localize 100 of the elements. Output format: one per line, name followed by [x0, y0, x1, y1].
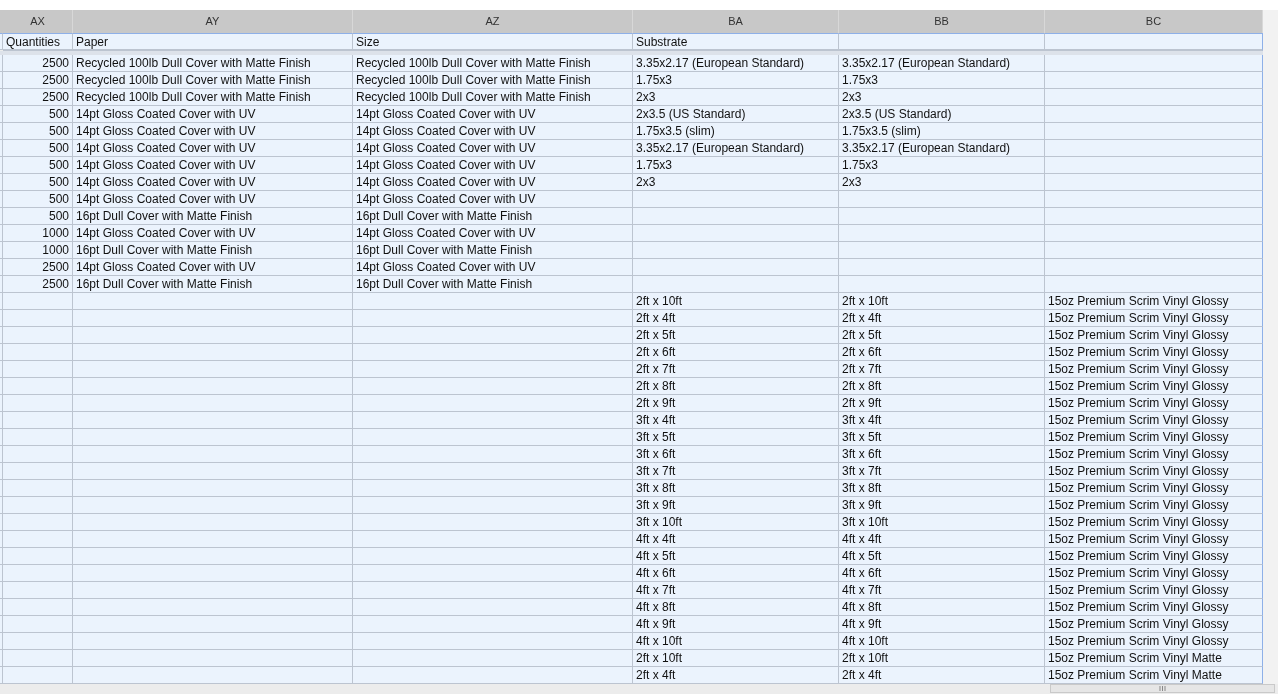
table-cell: 3ft x 9ft	[633, 497, 839, 514]
table-cell: 4ft x 7ft	[839, 582, 1045, 599]
table-cell: 15oz Premium Scrim Vinyl Glossy	[1045, 327, 1263, 344]
table-cell: 4ft x 9ft	[839, 616, 1045, 633]
table-cell: 15oz Premium Scrim Vinyl Glossy	[1045, 531, 1263, 548]
table-cell: 15oz Premium Scrim Vinyl Glossy	[1045, 344, 1263, 361]
table-cell: 15oz Premium Scrim Vinyl Glossy	[1045, 616, 1263, 633]
table-cell: 3ft x 6ft	[633, 446, 839, 463]
table-cell: 3ft x 5ft	[633, 429, 839, 446]
table-cell: 15oz Premium Scrim Vinyl Glossy	[1045, 514, 1263, 531]
table-cell: 3ft x 8ft	[633, 480, 839, 497]
table-cell: 2x3	[839, 174, 1045, 191]
table-cell: 16pt Dull Cover with Matte Finish	[73, 208, 353, 225]
table-cell: 14pt Gloss Coated Cover with UV	[73, 123, 353, 140]
table-cell: 1.75x3	[839, 72, 1045, 89]
table-cell: 1.75x3.5 (slim)	[633, 123, 839, 140]
table-cell: 15oz Premium Scrim Vinyl Glossy	[1045, 395, 1263, 412]
column-header: AZ	[353, 10, 633, 33]
table-cell: 3ft x 4ft	[633, 412, 839, 429]
column-header: BA	[633, 10, 839, 33]
table-cell: 2ft x 4ft	[633, 667, 839, 684]
table-cell: 1000	[3, 225, 73, 242]
table-cell: 1.75x3	[839, 157, 1045, 174]
column-header: AY	[73, 10, 353, 33]
table-cell: 2ft x 6ft	[839, 344, 1045, 361]
table-cell: 2x3.5 (US Standard)	[633, 106, 839, 123]
table-cell: 15oz Premium Scrim Vinyl Glossy	[1045, 497, 1263, 514]
table-cell: 14pt Gloss Coated Cover with UV	[353, 157, 633, 174]
table-cell: 3ft x 7ft	[633, 463, 839, 480]
column-header: BB	[839, 10, 1045, 33]
table-cell: Recycled 100lb Dull Cover with Matte Finish	[353, 55, 633, 72]
table-cell: 2ft x 4ft	[839, 310, 1045, 327]
table-cell: 3ft x 6ft	[839, 446, 1045, 463]
table-cell: 15oz Premium Scrim Vinyl Glossy	[1045, 463, 1263, 480]
table-cell: 15oz Premium Scrim Vinyl Glossy	[1045, 480, 1263, 497]
table-cell: 3ft x 4ft	[839, 412, 1045, 429]
table-cell: 4ft x 4ft	[839, 531, 1045, 548]
table-cell: 3.35x2.17 (European Standard)	[633, 140, 839, 157]
table-cell: 15oz Premium Scrim Vinyl Glossy	[1045, 548, 1263, 565]
table-cell: 3ft x 8ft	[839, 480, 1045, 497]
table-cell: 2ft x 6ft	[633, 344, 839, 361]
table-cell: 2x3.5 (US Standard)	[839, 106, 1045, 123]
table-cell: 2ft x 4ft	[633, 310, 839, 327]
table-cell: 14pt Gloss Coated Cover with UV	[73, 157, 353, 174]
table-cell: 14pt Gloss Coated Cover with UV	[353, 191, 633, 208]
table-cell: 3ft x 5ft	[839, 429, 1045, 446]
table-cell: 2ft x 10ft	[633, 650, 839, 667]
table-cell: 4ft x 6ft	[839, 565, 1045, 582]
table-cell: 1.75x3	[633, 157, 839, 174]
table-cell: 3ft x 7ft	[839, 463, 1045, 480]
table-cell: 500	[3, 106, 73, 123]
table-cell: 15oz Premium Scrim Vinyl Glossy	[1045, 633, 1263, 650]
table-cell: 2ft x 4ft	[839, 667, 1045, 684]
table-cell: 16pt Dull Cover with Matte Finish	[73, 276, 353, 293]
table-cell: 3.35x2.17 (European Standard)	[839, 140, 1045, 157]
table-cell: 4ft x 9ft	[633, 616, 839, 633]
table-cell: 14pt Gloss Coated Cover with UV	[353, 140, 633, 157]
table-cell: 500	[3, 123, 73, 140]
horizontal-scrollbar[interactable]	[1050, 684, 1275, 693]
header-cell: Size	[353, 33, 633, 51]
table-cell: 4ft x 7ft	[633, 582, 839, 599]
table-cell: 2500	[3, 55, 73, 72]
table-cell: 1000	[3, 242, 73, 259]
table-cell: 4ft x 5ft	[633, 548, 839, 565]
table-cell: 4ft x 10ft	[633, 633, 839, 650]
table-cell: 15oz Premium Scrim Vinyl Glossy	[1045, 565, 1263, 582]
table-cell: 2ft x 10ft	[839, 293, 1045, 310]
table-cell: 16pt Dull Cover with Matte Finish	[353, 242, 633, 259]
table-cell: Recycled 100lb Dull Cover with Matte Finish	[353, 89, 633, 106]
table-cell: 2ft x 10ft	[633, 293, 839, 310]
table-cell: 2500	[3, 259, 73, 276]
table-cell: 3ft x 10ft	[839, 514, 1045, 531]
table-cell: 4ft x 5ft	[839, 548, 1045, 565]
header-cell: Quantities	[3, 33, 73, 51]
table-cell: 14pt Gloss Coated Cover with UV	[353, 259, 633, 276]
table-cell: 14pt Gloss Coated Cover with UV	[73, 191, 353, 208]
table-cell: 4ft x 4ft	[633, 531, 839, 548]
table-cell: 2ft x 7ft	[633, 361, 839, 378]
table-cell: 15oz Premium Scrim Vinyl Matte	[1045, 650, 1263, 667]
table-cell: 2ft x 9ft	[633, 395, 839, 412]
table-cell: 14pt Gloss Coated Cover with UV	[353, 174, 633, 191]
table-cell: 14pt Gloss Coated Cover with UV	[73, 140, 353, 157]
table-cell: 500	[3, 157, 73, 174]
table-cell: 2ft x 7ft	[839, 361, 1045, 378]
table-cell: 2ft x 8ft	[633, 378, 839, 395]
table-cell: 15oz Premium Scrim Vinyl Glossy	[1045, 599, 1263, 616]
table-cell: 2ft x 8ft	[839, 378, 1045, 395]
table-cell: 16pt Dull Cover with Matte Finish	[73, 242, 353, 259]
table-cell: 15oz Premium Scrim Vinyl Matte	[1045, 667, 1263, 684]
table-cell: 4ft x 10ft	[839, 633, 1045, 650]
column-header: AX	[3, 10, 73, 33]
table-cell: 15oz Premium Scrim Vinyl Glossy	[1045, 293, 1263, 310]
table-cell: 1.75x3	[633, 72, 839, 89]
grip-icon	[1159, 686, 1166, 691]
table-cell: 15oz Premium Scrim Vinyl Glossy	[1045, 361, 1263, 378]
table-cell: 16pt Dull Cover with Matte Finish	[353, 276, 633, 293]
table-cell: 2ft x 5ft	[633, 327, 839, 344]
table-cell: 14pt Gloss Coated Cover with UV	[73, 225, 353, 242]
table-cell: 500	[3, 174, 73, 191]
column-header: BC	[1045, 10, 1263, 33]
